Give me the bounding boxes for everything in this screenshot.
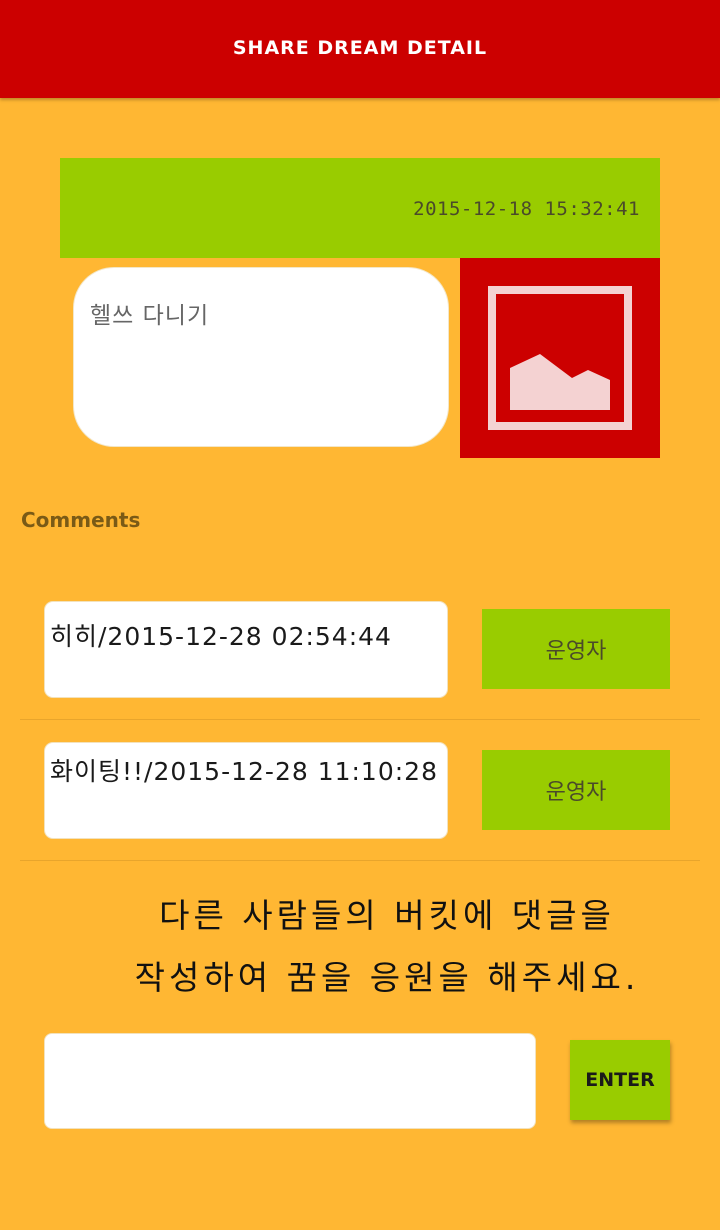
comment-row: 화이팅!!/2015-12-28 11:10:28 운영자: [20, 719, 700, 861]
comment-text: 히히/2015-12-28 02:54:44: [50, 622, 392, 651]
page-title: SHARE DREAM DETAIL: [232, 37, 488, 59]
dream-date-banner: 2015-12-18 15:32:41: [60, 158, 660, 258]
image-placeholder-icon: [488, 286, 632, 430]
app-bar: SHARE DREAM DETAIL: [0, 0, 720, 98]
comment-row: 히히/2015-12-28 02:54:44 운영자: [20, 578, 700, 720]
dream-text: 헬쓰 다니기: [90, 303, 210, 329]
comment-bubble: 화이팅!!/2015-12-28 11:10:28: [45, 743, 447, 838]
comments-heading: Comments: [21, 508, 141, 532]
comment-input[interactable]: [44, 1033, 536, 1129]
comment-prompt: 다른 사람들의 버킷에 댓글을 작성하여 꿈을 응원을 해주세요.: [0, 885, 720, 1009]
comment-prompt-line2: 작성하여 꿈을 응원을 해주세요.: [134, 958, 640, 997]
dream-date: 2015-12-18 15:32:41: [413, 198, 640, 220]
comment-author-badge: 운영자: [482, 609, 670, 689]
dream-image[interactable]: [460, 258, 660, 458]
comment-bubble: 히히/2015-12-28 02:54:44: [45, 602, 447, 697]
comment-author-badge: 운영자: [482, 750, 670, 830]
comment-prompt-line1: 다른 사람들의 버킷에 댓글을: [159, 896, 615, 935]
comment-text: 화이팅!!/2015-12-28 11:10:28: [50, 757, 438, 786]
enter-button[interactable]: ENTER: [570, 1040, 670, 1120]
dream-text-box: 헬쓰 다니기: [74, 268, 448, 446]
